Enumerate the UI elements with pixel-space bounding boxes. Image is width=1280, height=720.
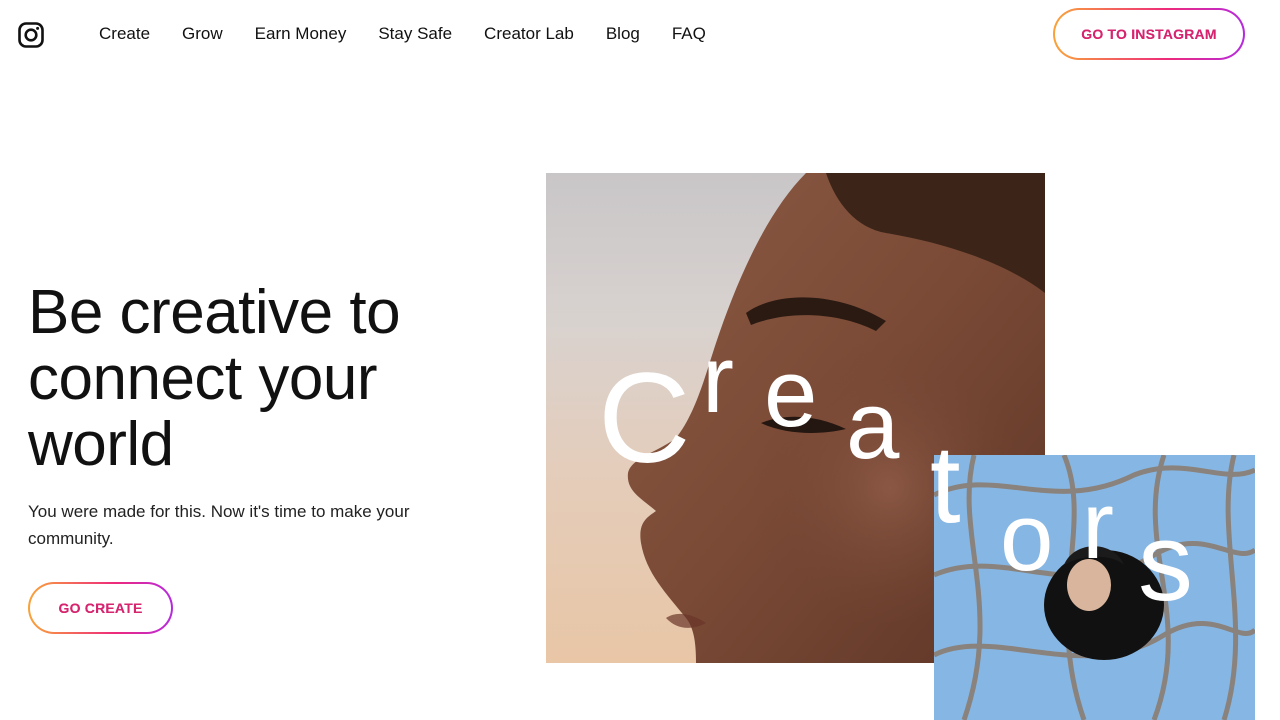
creator-net-image — [934, 455, 1255, 720]
nav-grow[interactable]: Grow — [182, 22, 223, 46]
go-create-label: GO CREATE — [58, 600, 143, 616]
nav-earn-money[interactable]: Earn Money — [255, 22, 347, 46]
hero-title: Be creative to connect your world — [28, 278, 401, 479]
go-to-instagram-label: GO TO INSTAGRAM — [1081, 26, 1217, 42]
nav-create[interactable]: Create — [99, 22, 150, 46]
nav-creator-lab[interactable]: Creator Lab — [484, 22, 574, 46]
go-create-button[interactable]: GO CREATE — [28, 582, 173, 634]
nav-stay-safe[interactable]: Stay Safe — [378, 22, 452, 46]
hero-subtitle: You were made for this. Now it's time to… — [28, 502, 410, 548]
instagram-icon[interactable] — [18, 22, 44, 48]
nav-blog[interactable]: Blog — [606, 22, 640, 46]
nav-faq[interactable]: FAQ — [672, 22, 706, 46]
site-header: Create Grow Earn Money Stay Safe Creator… — [0, 0, 1280, 70]
main-nav: Create Grow Earn Money Stay Safe Creator… — [99, 22, 738, 46]
go-to-instagram-button[interactable]: GO TO INSTAGRAM — [1053, 8, 1245, 60]
